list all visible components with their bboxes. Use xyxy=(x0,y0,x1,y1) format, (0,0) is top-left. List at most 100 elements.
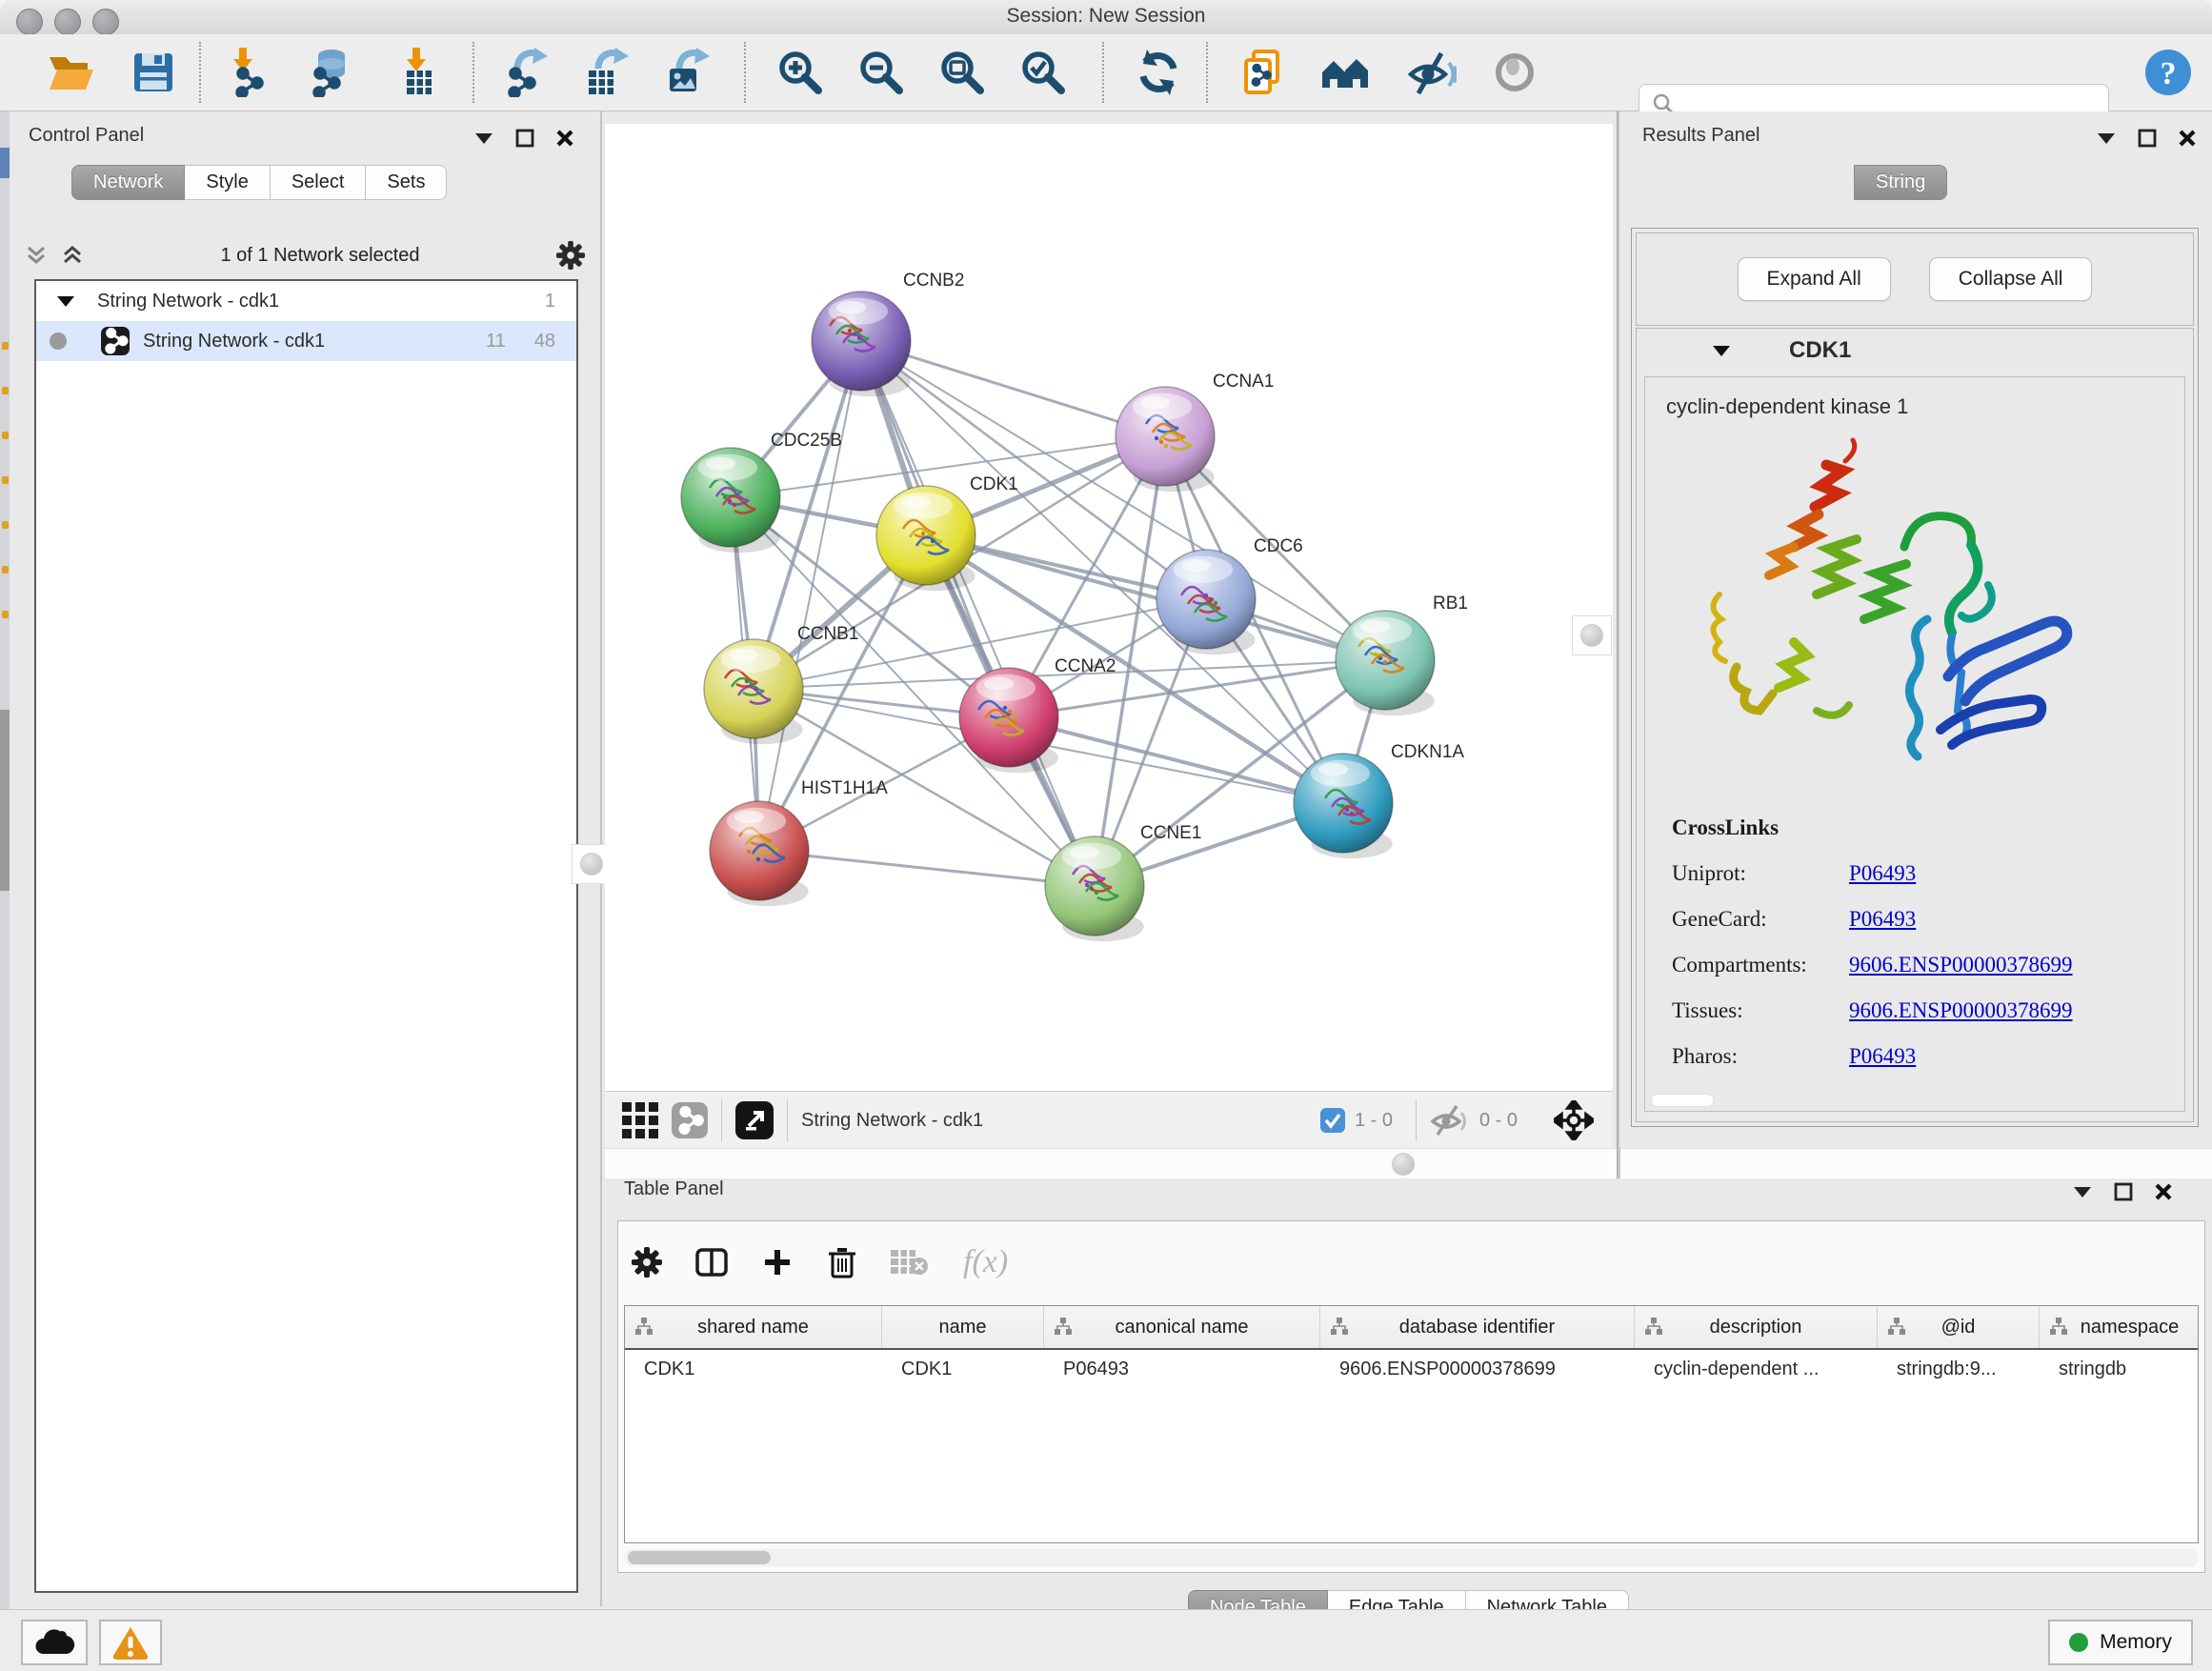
zoom-fit-button[interactable] xyxy=(932,44,993,101)
hidden-eye-icon[interactable] xyxy=(1430,1104,1468,1137)
table-cell[interactable]: P06493 xyxy=(1044,1359,1320,1380)
table-row[interactable]: CDK1CDK1P064939606.ENSP00000378699cyclin… xyxy=(625,1350,2198,1388)
open-file-button[interactable] xyxy=(40,44,101,101)
import-database-button[interactable] xyxy=(297,44,358,101)
tab-sets[interactable]: Sets xyxy=(366,165,447,200)
node-CDC6[interactable]: CDC6 xyxy=(1156,536,1303,654)
table-cell[interactable]: cyclin-dependent ... xyxy=(1635,1359,1878,1380)
node-HIST1H1A[interactable]: HIST1H1A xyxy=(710,778,888,906)
panel-float-icon[interactable] xyxy=(515,129,534,148)
crosslink-link[interactable]: P06493 xyxy=(1849,1044,1916,1069)
save-session-button[interactable] xyxy=(123,44,184,101)
export-image-button[interactable] xyxy=(656,44,717,101)
expand-all-icon[interactable] xyxy=(61,245,84,266)
collapse-all-button[interactable]: Collapse All xyxy=(1929,257,2093,301)
first-neighbors-button[interactable] xyxy=(1315,44,1376,101)
tab-style[interactable]: Style xyxy=(185,165,270,200)
results-scrollbar-thumb[interactable] xyxy=(1651,1094,1714,1107)
columns-icon[interactable] xyxy=(694,1245,729,1279)
tab-network[interactable]: Network xyxy=(71,165,185,200)
network-collection-row[interactable]: String Network - cdk1 1 xyxy=(36,281,576,321)
crosslink-link[interactable]: P06493 xyxy=(1849,861,1916,886)
table-cell[interactable]: CDK1 xyxy=(882,1359,1044,1380)
gene-header[interactable]: CDK1 xyxy=(1637,329,2193,372)
gear-icon[interactable] xyxy=(632,1247,662,1278)
node-CCNB2[interactable]: CCNB2 xyxy=(812,271,964,396)
collection-expander-icon[interactable] xyxy=(55,293,76,309)
panel-close-icon[interactable] xyxy=(2178,129,2197,148)
panel-menu-icon[interactable] xyxy=(2096,131,2117,146)
table-cell[interactable]: 9606.ENSP00000378699 xyxy=(1320,1359,1635,1380)
collapse-all-icon[interactable] xyxy=(25,245,48,266)
edge-CCNB2-HIST1H1A[interactable] xyxy=(759,341,861,851)
external-link-icon[interactable] xyxy=(735,1101,774,1139)
cloud-button[interactable] xyxy=(21,1620,88,1665)
svg-text:CDKN1A: CDKN1A xyxy=(1391,742,1464,762)
column-header-shared-name[interactable]: shared name xyxy=(625,1306,882,1348)
clone-network-button[interactable] xyxy=(1232,44,1293,101)
zoom-selected-button[interactable] xyxy=(1013,44,1074,101)
panel-menu-icon[interactable] xyxy=(473,131,494,146)
column-header-description[interactable]: description xyxy=(1635,1306,1878,1348)
warning-button[interactable] xyxy=(99,1620,162,1665)
table-cell[interactable]: stringdb:9... xyxy=(1878,1359,2040,1380)
network-status-dot xyxy=(50,332,67,350)
column-header-database-identifier[interactable]: database identifier xyxy=(1320,1306,1635,1348)
node-CCNE1[interactable]: CCNE1 xyxy=(1045,823,1201,941)
export-network-button[interactable] xyxy=(494,44,555,101)
zoom-in-button[interactable] xyxy=(770,44,831,101)
help-button[interactable]: ? xyxy=(2138,44,2199,101)
crosslink-link[interactable]: P06493 xyxy=(1849,907,1916,932)
panel-float-icon[interactable] xyxy=(2114,1182,2133,1201)
table-panel-title: Table Panel xyxy=(624,1178,724,1200)
gear-icon[interactable] xyxy=(556,241,585,270)
edge-CDC6-CCNB1[interactable] xyxy=(754,599,1206,689)
horizontal-splitter[interactable] xyxy=(605,1148,2212,1180)
node-CCNA1[interactable]: CCNA1 xyxy=(1116,372,1274,492)
table-cell[interactable]: stringdb xyxy=(2040,1359,2199,1380)
column-header-name[interactable]: name xyxy=(882,1306,1044,1348)
column-header-canonical-name[interactable]: canonical name xyxy=(1044,1306,1320,1348)
node-CDKN1A[interactable]: CDKN1A xyxy=(1294,742,1464,858)
panel-menu-icon[interactable] xyxy=(2072,1184,2093,1199)
zoom-out-button[interactable] xyxy=(851,44,912,101)
delete-table-icon xyxy=(891,1247,929,1278)
trash-icon[interactable] xyxy=(826,1244,858,1280)
birdseye-grid-icon[interactable] xyxy=(622,1102,658,1138)
show-all-button[interactable] xyxy=(1484,44,1545,101)
svg-text:CDK1: CDK1 xyxy=(970,474,1018,494)
expand-all-button[interactable]: Expand All xyxy=(1738,257,1891,301)
hide-selected-button[interactable] xyxy=(1401,44,1462,101)
node-RB1[interactable]: RB1 xyxy=(1336,594,1468,715)
crosshair-icon[interactable] xyxy=(1554,1100,1594,1140)
table-hscrollbar[interactable] xyxy=(624,1549,2199,1566)
selected-checkbox-icon[interactable] xyxy=(1320,1108,1345,1133)
svg-text:CDC6: CDC6 xyxy=(1254,536,1303,556)
string-gray-icon[interactable] xyxy=(672,1102,708,1138)
crosslink-link[interactable]: 9606.ENSP00000378699 xyxy=(1849,953,2073,977)
section-expander-icon[interactable] xyxy=(1711,343,1732,358)
import-table-button[interactable] xyxy=(388,44,449,101)
splitter-handle-right[interactable] xyxy=(1572,615,1612,655)
column-header--id[interactable]: @id xyxy=(1878,1306,2040,1348)
panel-close-icon[interactable] xyxy=(555,129,574,148)
shared-column-icon xyxy=(1054,1317,1073,1336)
table-cell[interactable]: CDK1 xyxy=(625,1359,882,1380)
refresh-button[interactable] xyxy=(1128,44,1189,101)
edge-CCNB2-CCNE1[interactable] xyxy=(861,341,1095,886)
node-table[interactable]: shared namenamecanonical namedatabase id… xyxy=(624,1305,2199,1543)
export-table-button[interactable] xyxy=(575,44,636,101)
node-CDC25B[interactable]: CDC25B xyxy=(681,431,842,553)
tab-string[interactable]: String xyxy=(1854,165,1947,200)
network-row[interactable]: String Network - cdk1 11 48 xyxy=(36,321,576,361)
column-header-namespace[interactable]: namespace xyxy=(2040,1306,2199,1348)
network-canvas[interactable]: CCNB2 CCNA1 CDC25B CDK1 xyxy=(605,124,1613,1091)
plus-icon[interactable] xyxy=(761,1246,794,1278)
import-network-button[interactable] xyxy=(216,44,277,101)
tab-select[interactable]: Select xyxy=(271,165,367,200)
crosslink-link[interactable]: 9606.ENSP00000378699 xyxy=(1849,998,2073,1023)
panel-float-icon[interactable] xyxy=(2138,129,2157,148)
memory-button[interactable]: Memory xyxy=(2048,1620,2193,1665)
panel-close-icon[interactable] xyxy=(2154,1182,2173,1201)
node-CDK1[interactable]: CDK1 xyxy=(876,474,1018,591)
